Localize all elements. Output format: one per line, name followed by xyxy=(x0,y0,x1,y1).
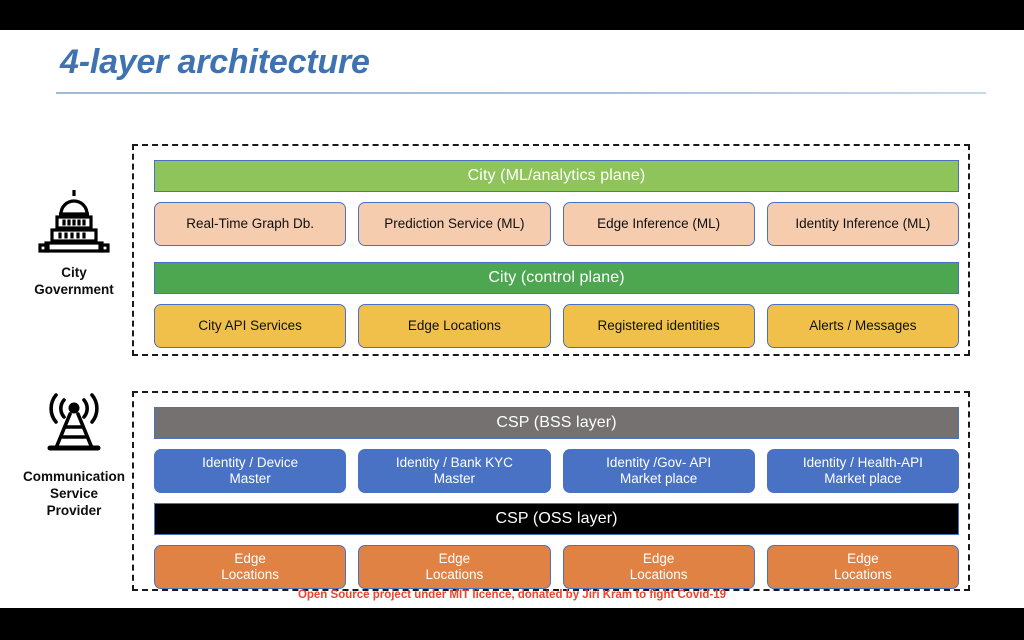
actor-label-line: Provider xyxy=(46,503,102,518)
card-real-time-graph-db[interactable]: Real-Time Graph Db. xyxy=(154,202,347,246)
card-label-secondary: Locations xyxy=(833,567,892,582)
card-label: Edge xyxy=(847,551,879,566)
card-label: Prediction Service (ML) xyxy=(384,216,525,231)
card-city-api-services[interactable]: City API Services xyxy=(154,304,347,348)
card-identity-device-master[interactable]: Identity / Device Master xyxy=(154,449,347,493)
card-label: Alerts / Messages xyxy=(809,318,917,333)
actor-label-line: Government xyxy=(34,282,114,297)
card-edge-locations-3[interactable]: Edge Locations xyxy=(562,545,755,589)
card-label: City API Services xyxy=(198,318,302,333)
capitol-building-icon xyxy=(12,187,136,258)
letterbox-bottom xyxy=(0,608,1024,640)
card-label-secondary: Market place xyxy=(824,471,902,486)
card-label-secondary: Locations xyxy=(221,567,280,582)
actor-label-line: Service xyxy=(49,486,99,501)
layer-bar-csp-oss: CSP (OSS layer) xyxy=(154,503,959,535)
card-label-secondary: Master xyxy=(433,471,475,486)
card-label: Edge Locations xyxy=(407,318,501,333)
card-identity-bank-kyc-master[interactable]: Identity / Bank KYC Master xyxy=(358,449,551,493)
card-alerts-messages[interactable]: Alerts / Messages xyxy=(766,304,959,348)
card-label: Identity / Device xyxy=(202,455,299,470)
card-label-secondary: Locations xyxy=(629,567,688,582)
layer-bar-city-ml-analytics-plane: City (ML/analytics plane) xyxy=(154,160,959,192)
card-edge-locations-1[interactable]: Edge Locations xyxy=(154,545,347,589)
actor-communication-service-provider: Communication Service Provider xyxy=(12,393,136,519)
card-label: Edge xyxy=(438,551,471,566)
card-label: Real-Time Graph Db. xyxy=(186,216,315,231)
cell-tower-icon xyxy=(12,393,136,462)
card-identity-inference-ml[interactable]: Identity Inference (ML) xyxy=(766,202,959,246)
card-edge-locations-2[interactable]: Edge Locations xyxy=(358,545,551,589)
card-prediction-service-ml[interactable]: Prediction Service (ML) xyxy=(358,202,551,246)
card-label: Identity Inference (ML) xyxy=(795,216,931,231)
actor-city-government-label: City Government xyxy=(12,264,136,298)
card-label-secondary: Locations xyxy=(425,567,484,582)
card-identity-gov-api-market-place[interactable]: Identity /Gov- API Market place xyxy=(562,449,755,493)
card-row-csp-bss: Identity / Device Master Identity / Bank… xyxy=(154,449,959,493)
card-label: Identity / Bank KYC xyxy=(395,455,513,470)
actor-label-line: City xyxy=(61,265,87,280)
card-label: Registered identities xyxy=(597,318,720,333)
actor-label-line: Communication xyxy=(22,469,125,484)
actor-city-government: City Government xyxy=(12,187,136,298)
layer-bar-csp-bss: CSP (BSS layer) xyxy=(154,407,959,439)
card-label: Edge Inference (ML) xyxy=(597,216,721,231)
card-row-city-control: City API Services Edge Locations Registe… xyxy=(154,304,959,348)
slide-canvas: 4-layer architecture City Government Com… xyxy=(0,30,1024,608)
page-title: 4-layer architecture xyxy=(60,43,370,81)
card-row-city-ml-analytics: Real-Time Graph Db. Prediction Service (… xyxy=(154,202,959,246)
card-label: Edge xyxy=(234,551,266,566)
card-edge-locations[interactable]: Edge Locations xyxy=(358,304,551,348)
card-row-csp-oss: Edge Locations Edge Locations Edge Locat… xyxy=(154,545,959,589)
group-csp: CSP (BSS layer) Identity / Device Master… xyxy=(132,391,970,591)
group-city-government: City (ML/analytics plane) Real-Time Grap… xyxy=(132,144,970,356)
card-registered-identities[interactable]: Registered identities xyxy=(562,304,755,348)
card-label: Identity /Gov- API xyxy=(606,455,712,470)
letterbox-top xyxy=(0,0,1024,30)
actor-csp-label: Communication Service Provider xyxy=(12,468,136,519)
layer-bar-city-control-plane: City (control plane) xyxy=(154,262,959,294)
card-label-secondary: Market place xyxy=(619,471,698,486)
card-label: Identity / Health-API xyxy=(802,455,923,470)
title-divider xyxy=(56,92,986,94)
card-label: Edge xyxy=(642,551,675,566)
card-label-secondary: Master xyxy=(229,471,271,486)
card-edge-inference-ml[interactable]: Edge Inference (ML) xyxy=(562,202,755,246)
card-identity-health-api-market-place[interactable]: Identity / Health-API Market place xyxy=(766,449,959,493)
footer-credit: Open Source project under MIT licence, d… xyxy=(297,589,727,601)
card-edge-locations-4[interactable]: Edge Locations xyxy=(766,545,959,589)
